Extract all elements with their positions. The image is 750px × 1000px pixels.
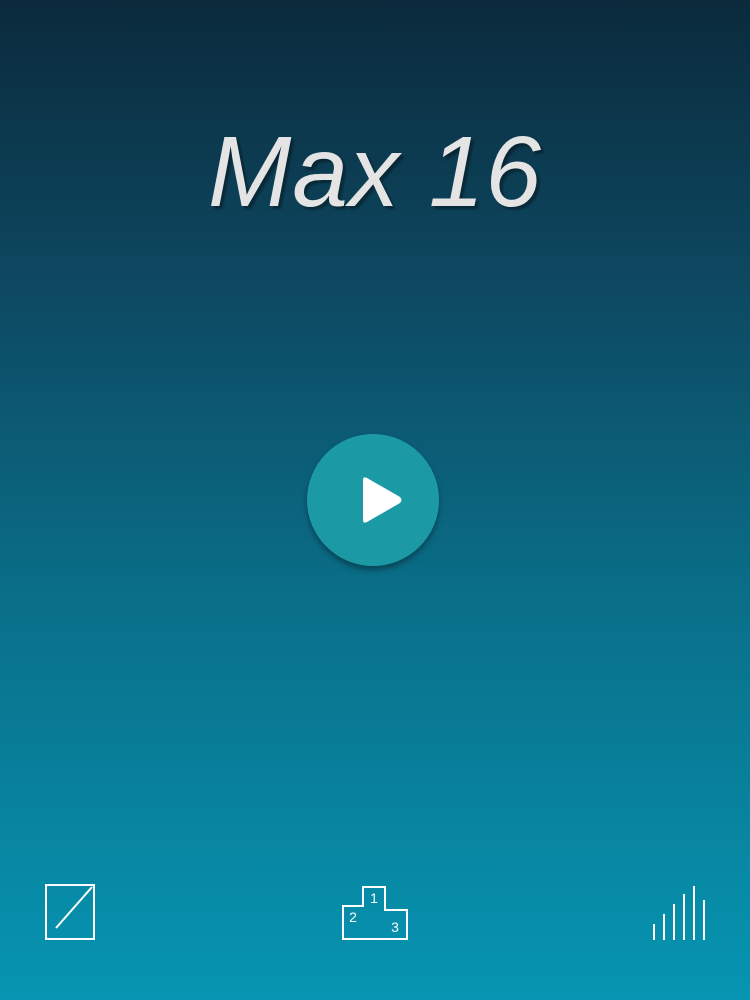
play-button[interactable]	[307, 434, 439, 566]
play-icon	[363, 477, 402, 523]
edit-icon	[45, 884, 95, 940]
game-title: Max 16	[208, 116, 542, 228]
podium-third-place-label: 3	[391, 919, 399, 935]
podium-second-place-label: 2	[349, 909, 357, 925]
stats-button[interactable]	[648, 882, 710, 942]
stats-bars-icon	[653, 886, 705, 940]
leaderboard-button[interactable]: 1 2 3	[340, 882, 412, 942]
edit-button[interactable]	[44, 882, 98, 942]
podium-first-place-label: 1	[370, 890, 378, 906]
podium-icon: 1 2 3	[342, 886, 408, 940]
